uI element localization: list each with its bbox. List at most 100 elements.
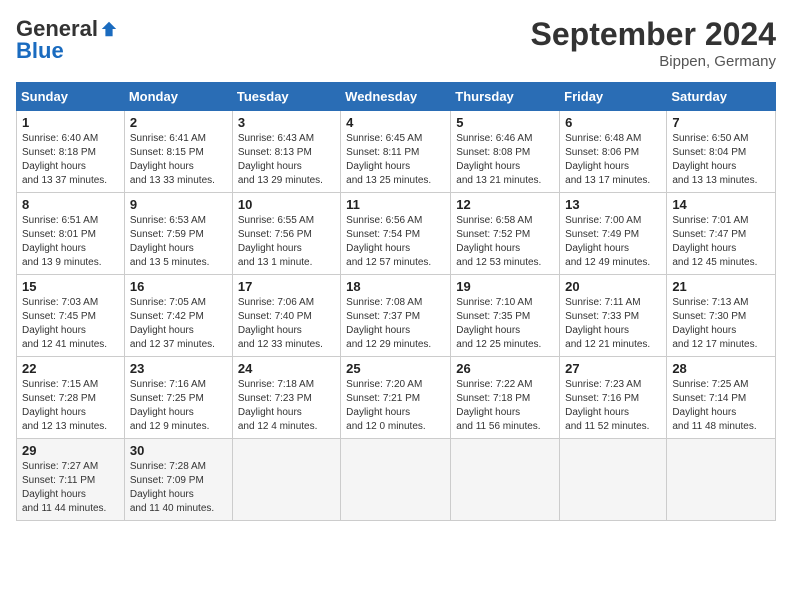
day-info: Sunrise: 6:56 AM Sunset: 7:54 PM Dayligh… — [346, 214, 445, 270]
calendar-cell: 15 Sunrise: 7:03 AM Sunset: 7:45 PM Dayl… — [17, 275, 125, 357]
calendar-week-5: 29 Sunrise: 7:27 AM Sunset: 7:11 PM Dayl… — [17, 439, 776, 521]
header-sunday: Sunday — [17, 83, 125, 111]
calendar-cell: 2 Sunrise: 6:41 AM Sunset: 8:15 PM Dayli… — [124, 111, 232, 193]
calendar-cell: 14 Sunrise: 7:01 AM Sunset: 7:47 PM Dayl… — [667, 193, 776, 275]
day-number: 4 — [346, 115, 445, 130]
calendar-cell: 22 Sunrise: 7:15 AM Sunset: 7:28 PM Dayl… — [17, 357, 125, 439]
calendar-week-4: 22 Sunrise: 7:15 AM Sunset: 7:28 PM Dayl… — [17, 357, 776, 439]
day-info: Sunrise: 7:00 AM Sunset: 7:49 PM Dayligh… — [565, 214, 661, 270]
calendar-cell: 18 Sunrise: 7:08 AM Sunset: 7:37 PM Dayl… — [341, 275, 451, 357]
day-info: Sunrise: 6:43 AM Sunset: 8:13 PM Dayligh… — [238, 132, 335, 188]
day-number: 12 — [456, 197, 554, 212]
day-number: 3 — [238, 115, 335, 130]
calendar-week-3: 15 Sunrise: 7:03 AM Sunset: 7:45 PM Dayl… — [17, 275, 776, 357]
calendar-cell: 8 Sunrise: 6:51 AM Sunset: 8:01 PM Dayli… — [17, 193, 125, 275]
day-info: Sunrise: 6:55 AM Sunset: 7:56 PM Dayligh… — [238, 214, 335, 270]
day-info: Sunrise: 7:13 AM Sunset: 7:30 PM Dayligh… — [672, 296, 770, 352]
header-monday: Monday — [124, 83, 232, 111]
day-info: Sunrise: 7:22 AM Sunset: 7:18 PM Dayligh… — [456, 378, 554, 434]
calendar-cell — [451, 439, 560, 521]
day-info: Sunrise: 6:58 AM Sunset: 7:52 PM Dayligh… — [456, 214, 554, 270]
calendar-cell — [341, 439, 451, 521]
day-number: 24 — [238, 361, 335, 376]
calendar-cell: 20 Sunrise: 7:11 AM Sunset: 7:33 PM Dayl… — [560, 275, 667, 357]
header-thursday: Thursday — [451, 83, 560, 111]
day-number: 27 — [565, 361, 661, 376]
calendar-cell: 29 Sunrise: 7:27 AM Sunset: 7:11 PM Dayl… — [17, 439, 125, 521]
day-number: 20 — [565, 279, 661, 294]
day-number: 5 — [456, 115, 554, 130]
calendar-cell: 12 Sunrise: 6:58 AM Sunset: 7:52 PM Dayl… — [451, 193, 560, 275]
day-number: 10 — [238, 197, 335, 212]
calendar-cell — [232, 439, 340, 521]
logo-icon — [100, 20, 118, 38]
day-info: Sunrise: 7:05 AM Sunset: 7:42 PM Dayligh… — [130, 296, 227, 352]
calendar-cell: 16 Sunrise: 7:05 AM Sunset: 7:42 PM Dayl… — [124, 275, 232, 357]
day-number: 19 — [456, 279, 554, 294]
day-number: 21 — [672, 279, 770, 294]
calendar-cell: 25 Sunrise: 7:20 AM Sunset: 7:21 PM Dayl… — [341, 357, 451, 439]
day-number: 23 — [130, 361, 227, 376]
header-tuesday: Tuesday — [232, 83, 340, 111]
day-number: 17 — [238, 279, 335, 294]
day-info: Sunrise: 7:11 AM Sunset: 7:33 PM Dayligh… — [565, 296, 661, 352]
calendar-cell: 30 Sunrise: 7:28 AM Sunset: 7:09 PM Dayl… — [124, 439, 232, 521]
day-number: 25 — [346, 361, 445, 376]
calendar-cell: 19 Sunrise: 7:10 AM Sunset: 7:35 PM Dayl… — [451, 275, 560, 357]
page-header: General Blue September 2024 Bippen, Germ… — [16, 16, 776, 70]
calendar-week-1: 1 Sunrise: 6:40 AM Sunset: 8:18 PM Dayli… — [17, 111, 776, 193]
calendar-cell: 27 Sunrise: 7:23 AM Sunset: 7:16 PM Dayl… — [560, 357, 667, 439]
day-info: Sunrise: 6:45 AM Sunset: 8:11 PM Dayligh… — [346, 132, 445, 188]
day-number: 14 — [672, 197, 770, 212]
day-number: 16 — [130, 279, 227, 294]
calendar-cell: 5 Sunrise: 6:46 AM Sunset: 8:08 PM Dayli… — [451, 111, 560, 193]
day-info: Sunrise: 7:23 AM Sunset: 7:16 PM Dayligh… — [565, 378, 661, 434]
day-info: Sunrise: 6:53 AM Sunset: 7:59 PM Dayligh… — [130, 214, 227, 270]
day-info: Sunrise: 7:18 AM Sunset: 7:23 PM Dayligh… — [238, 378, 335, 434]
day-number: 11 — [346, 197, 445, 212]
day-info: Sunrise: 6:40 AM Sunset: 8:18 PM Dayligh… — [22, 132, 119, 188]
day-info: Sunrise: 6:46 AM Sunset: 8:08 PM Dayligh… — [456, 132, 554, 188]
header-saturday: Saturday — [667, 83, 776, 111]
day-info: Sunrise: 7:27 AM Sunset: 7:11 PM Dayligh… — [22, 460, 119, 516]
calendar-cell: 4 Sunrise: 6:45 AM Sunset: 8:11 PM Dayli… — [341, 111, 451, 193]
day-info: Sunrise: 6:48 AM Sunset: 8:06 PM Dayligh… — [565, 132, 661, 188]
day-info: Sunrise: 6:50 AM Sunset: 8:04 PM Dayligh… — [672, 132, 770, 188]
calendar-cell: 7 Sunrise: 6:50 AM Sunset: 8:04 PM Dayli… — [667, 111, 776, 193]
day-number: 7 — [672, 115, 770, 130]
calendar-cell: 21 Sunrise: 7:13 AM Sunset: 7:30 PM Dayl… — [667, 275, 776, 357]
day-number: 15 — [22, 279, 119, 294]
day-info: Sunrise: 7:08 AM Sunset: 7:37 PM Dayligh… — [346, 296, 445, 352]
calendar-table: Sunday Monday Tuesday Wednesday Thursday… — [16, 82, 776, 521]
day-info: Sunrise: 6:51 AM Sunset: 8:01 PM Dayligh… — [22, 214, 119, 270]
day-info: Sunrise: 7:06 AM Sunset: 7:40 PM Dayligh… — [238, 296, 335, 352]
calendar-cell: 3 Sunrise: 6:43 AM Sunset: 8:13 PM Dayli… — [232, 111, 340, 193]
calendar-cell: 26 Sunrise: 7:22 AM Sunset: 7:18 PM Dayl… — [451, 357, 560, 439]
calendar-cell: 24 Sunrise: 7:18 AM Sunset: 7:23 PM Dayl… — [232, 357, 340, 439]
day-info: Sunrise: 7:25 AM Sunset: 7:14 PM Dayligh… — [672, 378, 770, 434]
day-info: Sunrise: 7:10 AM Sunset: 7:35 PM Dayligh… — [456, 296, 554, 352]
day-number: 8 — [22, 197, 119, 212]
header-wednesday: Wednesday — [341, 83, 451, 111]
day-number: 22 — [22, 361, 119, 376]
calendar-cell: 11 Sunrise: 6:56 AM Sunset: 7:54 PM Dayl… — [341, 193, 451, 275]
day-info: Sunrise: 7:16 AM Sunset: 7:25 PM Dayligh… — [130, 378, 227, 434]
calendar-cell: 6 Sunrise: 6:48 AM Sunset: 8:06 PM Dayli… — [560, 111, 667, 193]
day-info: Sunrise: 7:01 AM Sunset: 7:47 PM Dayligh… — [672, 214, 770, 270]
calendar-cell — [560, 439, 667, 521]
month-year-title: September 2024 — [531, 16, 776, 53]
day-number: 29 — [22, 443, 119, 458]
day-number: 28 — [672, 361, 770, 376]
location-subtitle: Bippen, Germany — [531, 53, 776, 70]
weekday-header-row: Sunday Monday Tuesday Wednesday Thursday… — [17, 83, 776, 111]
calendar-cell: 17 Sunrise: 7:06 AM Sunset: 7:40 PM Dayl… — [232, 275, 340, 357]
calendar-cell: 9 Sunrise: 6:53 AM Sunset: 7:59 PM Dayli… — [124, 193, 232, 275]
day-info: Sunrise: 7:03 AM Sunset: 7:45 PM Dayligh… — [22, 296, 119, 352]
logo: General Blue — [16, 16, 118, 64]
calendar-cell: 1 Sunrise: 6:40 AM Sunset: 8:18 PM Dayli… — [17, 111, 125, 193]
calendar-cell: 13 Sunrise: 7:00 AM Sunset: 7:49 PM Dayl… — [560, 193, 667, 275]
day-number: 9 — [130, 197, 227, 212]
title-block: September 2024 Bippen, Germany — [531, 16, 776, 70]
day-number: 26 — [456, 361, 554, 376]
day-info: Sunrise: 6:41 AM Sunset: 8:15 PM Dayligh… — [130, 132, 227, 188]
